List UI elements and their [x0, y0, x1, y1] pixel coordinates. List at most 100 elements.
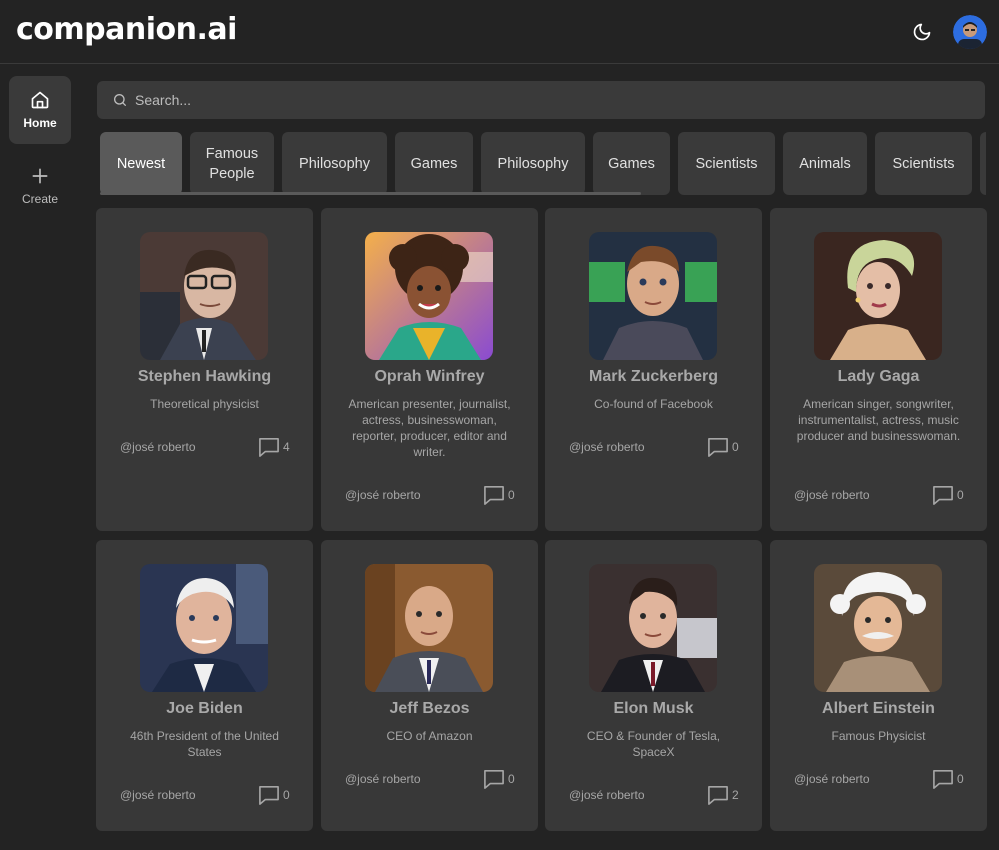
message-count: 4	[258, 437, 290, 457]
companion-card[interactable]: Stephen Hawking Theoretical physicist @j…	[96, 208, 313, 531]
category-label: Philosophy	[299, 155, 370, 172]
search-bar	[97, 81, 985, 119]
moon-icon	[913, 23, 931, 41]
companion-name: Mark Zuckerberg	[589, 368, 718, 385]
sidebar-item-label: Home	[23, 116, 57, 130]
companion-avatar	[589, 564, 717, 692]
sidebar: Home Create	[0, 64, 82, 850]
category-tabs: Newest Famous People Philosophy Games Ph…	[100, 132, 986, 196]
category-tab-animals[interactable]: Animals	[783, 132, 867, 195]
category-label: Games	[608, 155, 655, 172]
message-count: 0	[258, 785, 290, 805]
companion-description: CEO of Amazon	[386, 729, 473, 743]
sidebar-item-create[interactable]: Create	[9, 152, 71, 220]
category-tab-newest[interactable]: Newest	[100, 132, 182, 195]
companion-card[interactable]: Lady Gaga American singer, songwriter, i…	[770, 208, 987, 531]
companion-card[interactable]: Albert Einstein Famous Physicist @josé r…	[770, 540, 987, 831]
theme-toggle-button[interactable]	[908, 18, 936, 46]
message-count-value: 0	[283, 788, 290, 802]
companion-author: @josé roberto	[120, 440, 196, 454]
companion-description: Famous Physicist	[831, 729, 926, 743]
message-count-value: 0	[732, 440, 739, 454]
companion-name: Jeff Bezos	[389, 700, 470, 717]
companion-author: @josé roberto	[569, 788, 645, 802]
category-tab-games[interactable]: Games	[395, 132, 473, 195]
message-square-icon	[484, 486, 504, 505]
companion-avatar	[365, 564, 493, 692]
companion-author: @josé roberto	[794, 488, 870, 502]
category-tab-scientists[interactable]: Scientists	[875, 132, 972, 195]
companion-author: @josé roberto	[794, 772, 870, 786]
companion-description: Co-found of Facebook	[594, 397, 713, 411]
companion-avatar	[589, 232, 717, 360]
app-logo[interactable]: companion.ai	[16, 12, 237, 47]
message-count: 0	[707, 437, 739, 457]
companion-avatar	[140, 564, 268, 692]
companion-name: Albert Einstein	[822, 700, 935, 717]
category-tab-famous-people[interactable]: Famous People	[190, 132, 274, 195]
companion-name: Joe Biden	[166, 700, 243, 717]
companion-description: American singer, songwriter, instrumenta…	[796, 397, 961, 443]
companion-author: @josé roberto	[345, 772, 421, 786]
message-square-icon	[708, 786, 728, 805]
companion-description: Theoretical physicist	[150, 397, 259, 411]
message-count: 2	[707, 785, 739, 805]
companion-description: American presenter, journalist, actress,…	[348, 397, 511, 459]
category-label: Newest	[116, 155, 166, 172]
message-square-icon	[484, 770, 504, 789]
companion-author: @josé roberto	[120, 788, 196, 802]
category-tab-overflow[interactable]	[980, 132, 986, 195]
message-count: 0	[483, 769, 515, 789]
message-count: 0	[932, 485, 964, 505]
companion-avatar	[814, 564, 942, 692]
companion-description: CEO & Founder of Tesla, SpaceX	[586, 729, 721, 759]
message-square-icon	[933, 486, 953, 505]
companion-name: Lady Gaga	[837, 368, 920, 385]
category-label: Philosophy	[497, 155, 569, 172]
message-count-value: 0	[957, 772, 964, 786]
message-count-value: 4	[283, 440, 290, 454]
category-label: Animals	[799, 155, 851, 172]
message-square-icon	[708, 438, 728, 457]
companion-avatar	[814, 232, 942, 360]
category-scrollbar[interactable]	[100, 192, 641, 195]
message-count: 0	[483, 485, 515, 505]
user-avatar[interactable]	[953, 15, 987, 49]
message-count-value: 0	[508, 772, 515, 786]
category-label: Famous People	[205, 145, 259, 182]
category-label: Scientists	[892, 155, 955, 172]
companion-name: Oprah Winfrey	[374, 368, 485, 385]
companion-card[interactable]: Joe Biden 46th President of the United S…	[96, 540, 313, 831]
message-square-icon	[933, 770, 953, 789]
message-count-value: 2	[732, 788, 739, 802]
category-label: Games	[410, 155, 458, 172]
companion-author: @josé roberto	[569, 440, 645, 454]
category-tab-games[interactable]: Games	[593, 132, 670, 195]
message-count-value: 0	[508, 488, 515, 502]
message-count-value: 0	[957, 488, 964, 502]
companion-description: 46th President of the United States	[130, 729, 279, 759]
sidebar-item-home[interactable]: Home	[9, 76, 71, 144]
message-square-icon	[259, 786, 279, 805]
category-tab-scientists[interactable]: Scientists	[678, 132, 775, 195]
category-label: Scientists	[695, 155, 758, 172]
search-icon	[114, 94, 126, 106]
companion-name: Elon Musk	[613, 700, 694, 717]
companion-author: @josé roberto	[345, 488, 421, 502]
message-square-icon	[259, 438, 279, 457]
companion-avatar	[365, 232, 493, 360]
companion-card[interactable]: Mark Zuckerberg Co-found of Facebook @jo…	[545, 208, 762, 531]
category-tab-philosophy[interactable]: Philosophy	[481, 132, 585, 195]
companion-avatar	[140, 232, 268, 360]
companion-card[interactable]: Jeff Bezos CEO of Amazon @josé roberto 0	[321, 540, 538, 831]
category-tab-philosophy[interactable]: Philosophy	[282, 132, 387, 195]
search-input[interactable]	[135, 81, 965, 119]
companion-card[interactable]: Oprah Winfrey American presenter, journa…	[321, 208, 538, 531]
sidebar-item-label: Create	[21, 192, 59, 206]
companion-card[interactable]: Elon Musk CEO & Founder of Tesla, SpaceX…	[545, 540, 762, 831]
companion-name: Stephen Hawking	[137, 368, 272, 385]
plus-icon	[32, 168, 48, 184]
message-count: 0	[932, 769, 964, 789]
home-icon	[31, 91, 49, 109]
top-bar: companion.ai	[0, 0, 999, 64]
